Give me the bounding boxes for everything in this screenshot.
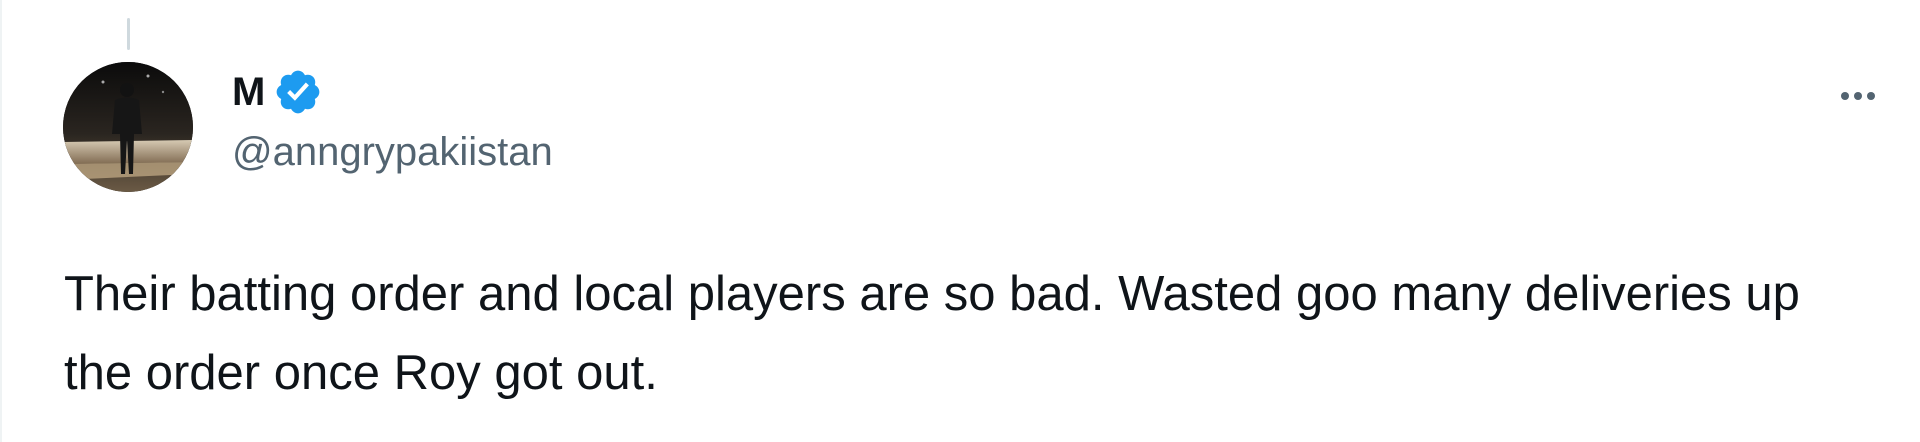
name-row: M [232, 62, 553, 122]
more-dot [1854, 92, 1862, 100]
thread-connector-line [127, 18, 130, 50]
verified-badge-icon[interactable] [273, 67, 323, 117]
avatar-image [63, 62, 193, 192]
avatar[interactable] [63, 62, 193, 192]
user-handle[interactable]: @anngrypakiistan [232, 132, 553, 172]
tweet-card[interactable]: M @anngrypakiistan Their batting order a… [0, 0, 1920, 442]
more-dot [1867, 92, 1875, 100]
more-dot [1841, 92, 1849, 100]
tweet-header: M @anngrypakiistan [232, 62, 553, 172]
more-options-button[interactable] [1828, 78, 1888, 114]
display-name[interactable]: M [232, 72, 265, 112]
tweet-text: Their batting order and local players ar… [64, 267, 1814, 400]
